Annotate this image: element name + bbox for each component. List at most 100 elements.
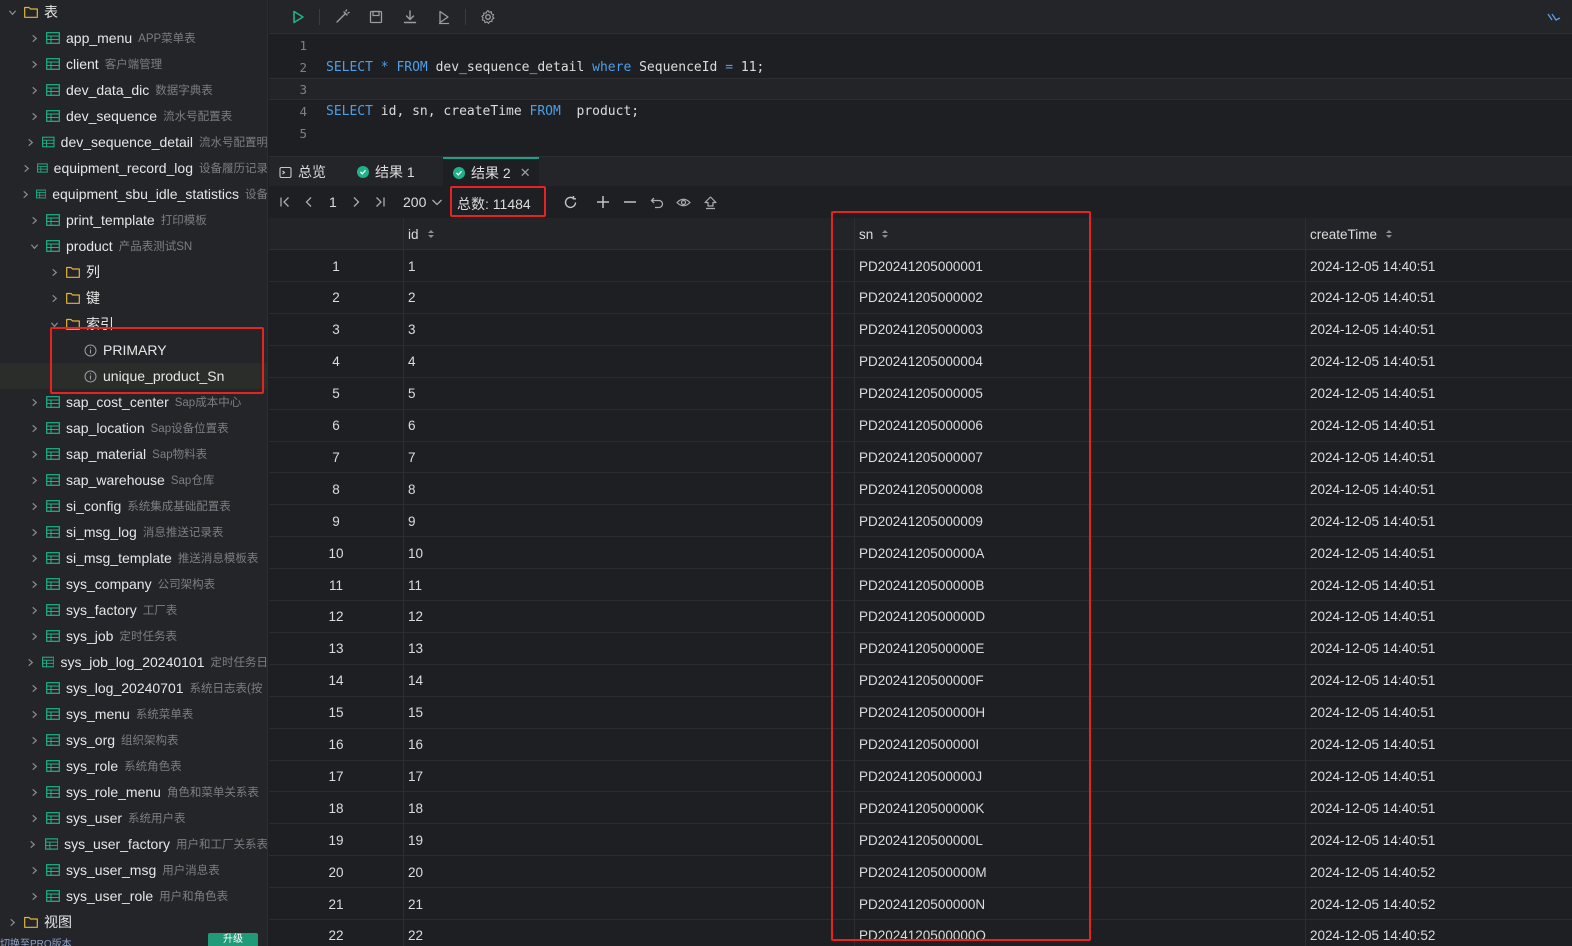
cell-sn[interactable]: PD2024120500000J <box>859 760 982 792</box>
chevron-right-icon[interactable] <box>28 682 40 694</box>
cell-id[interactable]: 3 <box>408 314 416 346</box>
tree-table-sys_user_msg[interactable]: sys_user_msg 用户消息表 <box>0 857 267 883</box>
cell-createtime[interactable]: 2024-12-05 14:40:51 <box>1310 410 1435 442</box>
first-page-icon[interactable] <box>277 194 293 210</box>
tree-table-sys_user_role[interactable]: sys_user_role 用户和角色表 <box>0 883 267 909</box>
table-row[interactable]: 9 9 PD20241205000009 2024-12-05 14:40:51 <box>269 505 1572 538</box>
cell-sn[interactable]: PD20241205000008 <box>859 473 983 505</box>
cell-sn[interactable]: PD2024120500000L <box>859 824 983 856</box>
tree-folder-keys[interactable]: 键 <box>0 285 267 311</box>
cell-createtime[interactable]: 2024-12-05 14:40:51 <box>1310 729 1435 761</box>
chevron-right-icon[interactable] <box>28 890 40 902</box>
tree-table-si_config[interactable]: si_config 系统集成基础配置表 <box>0 493 267 519</box>
column-header-sn[interactable]: sn <box>859 218 889 250</box>
chevron-right-icon[interactable] <box>22 162 31 174</box>
cell-id[interactable]: 5 <box>408 378 416 410</box>
cell-id[interactable]: 18 <box>408 792 423 824</box>
column-header-id[interactable]: id <box>408 218 435 250</box>
tree-node-tables[interactable]: 表 <box>0 0 267 25</box>
chevron-right-icon[interactable] <box>28 604 40 616</box>
tab-result-1[interactable]: 结果 1 <box>347 157 441 187</box>
upgrade-button[interactable]: 升级 <box>208 933 258 946</box>
sort-icon[interactable] <box>427 228 435 240</box>
tree-table-equipment_sbu_idle_statistics[interactable]: equipment_sbu_idle_statistics 设备 <box>0 181 267 207</box>
chevron-down-icon[interactable] <box>429 194 445 210</box>
table-row[interactable]: 2 2 PD20241205000002 2024-12-05 14:40:51 <box>269 282 1572 314</box>
tree-table-sys_org[interactable]: sys_org 组织架构表 <box>0 727 267 753</box>
cell-id[interactable]: 8 <box>408 473 416 505</box>
table-row[interactable]: 17 17 PD2024120500000J 2024-12-05 14:40:51 <box>269 760 1572 793</box>
cell-sn[interactable]: PD2024120500000F <box>859 665 984 697</box>
code-line[interactable]: 3 <box>269 78 1572 100</box>
tree-table-dev_data_dic[interactable]: dev_data_dic 数据字典表 <box>0 77 267 103</box>
chevron-right-icon[interactable] <box>28 422 40 434</box>
cell-id[interactable]: 14 <box>408 665 423 697</box>
cell-createtime[interactable]: 2024-12-05 14:40:52 <box>1310 920 1435 946</box>
tree-folder-indexes[interactable]: 索引 <box>0 311 267 337</box>
save-icon[interactable] <box>367 8 385 26</box>
cell-id[interactable]: 20 <box>408 856 423 888</box>
tree-table-dev_sequence[interactable]: dev_sequence 流水号配置表 <box>0 103 267 129</box>
chevron-down-icon[interactable] <box>28 240 40 252</box>
tree-table-sys_role[interactable]: sys_role 系统角色表 <box>0 753 267 779</box>
cell-id[interactable]: 17 <box>408 760 423 792</box>
cell-createtime[interactable]: 2024-12-05 14:40:51 <box>1310 824 1435 856</box>
chevron-right-icon[interactable] <box>25 656 36 668</box>
settings-gear-icon[interactable] <box>479 8 497 26</box>
chevron-right-icon[interactable] <box>6 916 18 928</box>
cell-sn[interactable]: PD2024120500000E <box>859 633 984 665</box>
chevron-right-icon[interactable] <box>28 32 40 44</box>
cell-createtime[interactable]: 2024-12-05 14:40:51 <box>1310 792 1435 824</box>
cell-id[interactable]: 4 <box>408 346 416 378</box>
code-line[interactable]: 1 <box>269 34 1572 56</box>
column-header-createtime[interactable]: createTime <box>1310 218 1393 250</box>
table-row[interactable]: 22 22 PD2024120500000O 2024-12-05 14:40:52 <box>269 920 1572 946</box>
cell-createtime[interactable]: 2024-12-05 14:40:52 <box>1310 888 1435 920</box>
tree-table-product[interactable]: product 产品表测试SN <box>0 233 267 259</box>
add-row-icon[interactable] <box>595 194 611 210</box>
cell-id[interactable]: 6 <box>408 410 416 442</box>
sort-icon[interactable] <box>881 228 889 240</box>
cell-createtime[interactable]: 2024-12-05 14:40:51 <box>1310 760 1435 792</box>
cell-createtime[interactable]: 2024-12-05 14:40:51 <box>1310 537 1435 569</box>
table-row[interactable]: 7 7 PD20241205000007 2024-12-05 14:40:51 <box>269 441 1572 474</box>
tree-table-si_msg_log[interactable]: si_msg_log 消息推送记录表 <box>0 519 267 545</box>
chevron-right-icon[interactable] <box>28 84 40 96</box>
chevron-right-icon[interactable] <box>28 58 40 70</box>
tree-table-sys_user[interactable]: sys_user 系统用户表 <box>0 805 267 831</box>
table-row[interactable]: 4 4 PD20241205000004 2024-12-05 14:40:51 <box>269 346 1572 378</box>
chevron-right-icon[interactable] <box>28 110 40 122</box>
cell-sn[interactable]: PD20241205000006 <box>859 410 983 442</box>
cell-sn[interactable]: PD2024120500000M <box>859 856 987 888</box>
chevron-right-icon[interactable] <box>28 708 40 720</box>
cell-sn[interactable]: PD20241205000007 <box>859 441 983 473</box>
table-row[interactable]: 14 14 PD2024120500000F 2024-12-05 14:40:51 <box>269 665 1572 697</box>
cell-id[interactable]: 9 <box>408 505 416 537</box>
cell-sn[interactable]: PD20241205000009 <box>859 505 983 537</box>
cell-sn[interactable]: PD2024120500000D <box>859 601 985 633</box>
cell-createtime[interactable]: 2024-12-05 14:40:51 <box>1310 633 1435 665</box>
cell-createtime[interactable]: 2024-12-05 14:40:51 <box>1310 569 1435 601</box>
chevron-right-icon[interactable] <box>48 266 60 278</box>
chevron-right-icon[interactable] <box>28 396 40 408</box>
sql-editor[interactable]: 1 2 SELECT * FROM dev_sequence_detail wher… <box>269 34 1572 156</box>
cell-sn[interactable]: PD20241205000004 <box>859 346 983 378</box>
cell-createtime[interactable]: 2024-12-05 14:40:51 <box>1310 378 1435 410</box>
cell-sn[interactable]: PD2024120500000N <box>859 888 985 920</box>
chevron-right-icon[interactable] <box>28 864 40 876</box>
cell-createtime[interactable]: 2024-12-05 14:40:51 <box>1310 697 1435 729</box>
tree-folder-columns[interactable]: 列 <box>0 259 267 285</box>
page-number[interactable]: 1 <box>329 194 337 210</box>
format-wand-icon[interactable] <box>333 8 351 26</box>
tree-table-sys_job[interactable]: sys_job 定时任务表 <box>0 623 267 649</box>
chevron-right-icon[interactable] <box>27 838 39 850</box>
close-icon[interactable]: ✕ <box>520 165 531 181</box>
table-row[interactable]: 15 15 PD2024120500000H 2024-12-05 14:40:51 <box>269 697 1572 729</box>
download-icon[interactable] <box>401 8 419 26</box>
tree-table-sys_role_menu[interactable]: sys_role_menu 角色和菜单关系表 <box>0 779 267 805</box>
tree-index-unique_product_Sn[interactable]: unique_product_Sn <box>0 363 267 389</box>
cell-sn[interactable]: PD2024120500000B <box>859 569 984 601</box>
table-row[interactable]: 21 21 PD2024120500000N 2024-12-05 14:40:52 <box>269 888 1572 920</box>
tree-table-dev_sequence_detail[interactable]: dev_sequence_detail 流水号配置明 <box>0 129 267 155</box>
connection-status-icon[interactable] <box>1545 8 1563 26</box>
